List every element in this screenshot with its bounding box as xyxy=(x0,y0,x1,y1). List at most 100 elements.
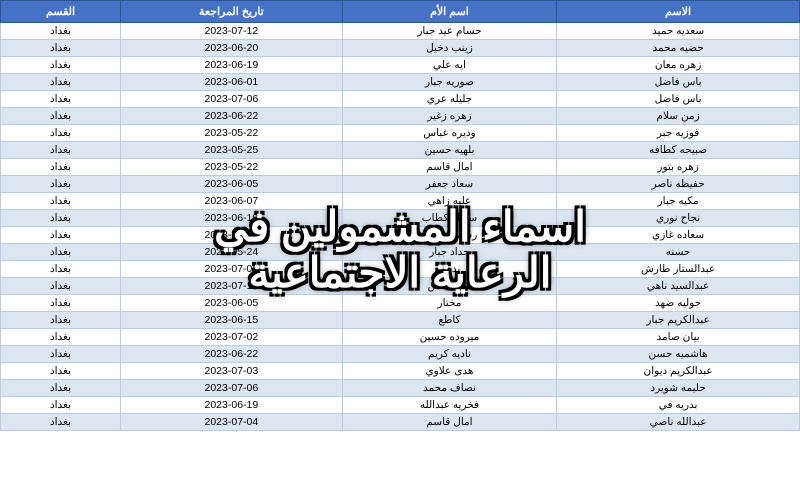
table-row: زهره معان ايه علي 2023-06-19 بغداد xyxy=(1,57,800,74)
cell-name: زمن سلام xyxy=(557,108,800,125)
cell-date: 2023-05-22 xyxy=(120,125,342,142)
cell-mother: بدري xyxy=(342,261,556,278)
cell-date: 2023-06-22 xyxy=(120,346,342,363)
table-row: جوليه ضهد مختار 2023-06-05 بغداد xyxy=(1,295,800,312)
cell-date: 2023-06-05 xyxy=(120,295,342,312)
cell-date: 2023-05-22 xyxy=(120,159,342,176)
cell-name: مكيه جبار xyxy=(557,193,800,210)
table-row: زمن سلام زهره زغير 2023-06-22 بغداد xyxy=(1,108,800,125)
cell-dept: بغداد xyxy=(1,380,121,397)
cell-dept: بغداد xyxy=(1,57,121,74)
cell-dept: بغداد xyxy=(1,74,121,91)
cell-name: صبيحه كطافه xyxy=(557,142,800,159)
cell-mother: عليه زاهي xyxy=(342,193,556,210)
table-row: سعديه حميد حسام عيد جبار 2023-07-12 بغدا… xyxy=(1,23,800,40)
table-row: عبدالسيد ناهي نجه عباس 2023-07-13 بغداد xyxy=(1,278,800,295)
cell-date: 2023-06-19 xyxy=(120,397,342,414)
cell-mother: سهيله كطاب xyxy=(342,210,556,227)
table-row: حفيظه ناصر سعاد جعفر 2023-06-05 بغداد xyxy=(1,176,800,193)
cell-date: 2023-06-07 xyxy=(120,193,342,210)
cell-mother: حداد جبار xyxy=(342,244,556,261)
cell-name: باس فاضل xyxy=(557,91,800,108)
cell-name: سعديه حميد xyxy=(557,23,800,40)
cell-name: عبدالسيد ناهي xyxy=(557,278,800,295)
cell-dept: بغداد xyxy=(1,244,121,261)
cell-mother: صوريه جبار xyxy=(342,74,556,91)
cell-dept: بغداد xyxy=(1,312,121,329)
cell-mother: رسيمه محمد xyxy=(342,227,556,244)
cell-mother: نصاف محمد xyxy=(342,380,556,397)
cell-dept: بغداد xyxy=(1,23,121,40)
cell-mother: كاطع xyxy=(342,312,556,329)
cell-dept: بغداد xyxy=(1,91,121,108)
cell-date: 2023-06-01 xyxy=(120,74,342,91)
cell-mother: بلهيه حسين xyxy=(342,142,556,159)
cell-name: بيان صامد xyxy=(557,329,800,346)
cell-date: 2023-07-04 xyxy=(120,414,342,431)
cell-dept: بغداد xyxy=(1,210,121,227)
cell-dept: بغداد xyxy=(1,363,121,380)
cell-dept: بغداد xyxy=(1,278,121,295)
table-row: نجاح نوري سهيله كطاب 2023-06-19 بغداد xyxy=(1,210,800,227)
cell-date: 2023-07-12 xyxy=(120,23,342,40)
table-row: سعاده غازي رسيمه محمد 2023-05-23 بغداد xyxy=(1,227,800,244)
cell-date: 2023-07-06 xyxy=(120,261,342,278)
cell-mother: ميروده حسين xyxy=(342,329,556,346)
cell-dept: بغداد xyxy=(1,142,121,159)
cell-date: 2023-06-20 xyxy=(120,40,342,57)
cell-date: 2023-05-23 xyxy=(120,227,342,244)
table-row: عبدالستار طارش بدري 2023-07-06 بغداد xyxy=(1,261,800,278)
cell-mother: ايه علي xyxy=(342,57,556,74)
table-row: مكيه جبار عليه زاهي 2023-06-07 بغداد xyxy=(1,193,800,210)
cell-date: 2023-06-22 xyxy=(120,108,342,125)
table-row: هاشميه حسن ناديه كريم 2023-06-22 بغداد xyxy=(1,346,800,363)
cell-name: عبدالكريم ديوان xyxy=(557,363,800,380)
table-row: حضيه محمد زينب دخيل 2023-06-20 بغداد xyxy=(1,40,800,57)
cell-dept: بغداد xyxy=(1,108,121,125)
cell-mother: وديره عباس xyxy=(342,125,556,142)
cell-mother: زهره زغير xyxy=(342,108,556,125)
cell-date: 2023-07-02 xyxy=(120,329,342,346)
cell-date: 2023-05-25 xyxy=(120,142,342,159)
cell-name: سعاده غازي xyxy=(557,227,800,244)
cell-date: 2023-06-19 xyxy=(120,57,342,74)
cell-date: 2023-07-06 xyxy=(120,91,342,108)
cell-name: فوزيه جبر xyxy=(557,125,800,142)
cell-date: 2023-07-03 xyxy=(120,363,342,380)
table-wrapper: الاسم اسم الأم تاريخ المراجعة القسم سعدي… xyxy=(0,0,800,500)
cell-dept: بغداد xyxy=(1,397,121,414)
col-name-header: الاسم xyxy=(557,1,800,23)
cell-mother: هدى علاوي xyxy=(342,363,556,380)
cell-name: حسنه xyxy=(557,244,800,261)
table-row: عبدالكريم جبار كاطع 2023-06-15 بغداد xyxy=(1,312,800,329)
cell-dept: بغداد xyxy=(1,176,121,193)
table-row: فوزيه جبر وديره عباس 2023-05-22 بغداد xyxy=(1,125,800,142)
cell-name: عبدالله ناصي xyxy=(557,414,800,431)
cell-name: حضيه محمد xyxy=(557,40,800,57)
cell-mother: جليله عري xyxy=(342,91,556,108)
cell-date: 2023-07-13 xyxy=(120,278,342,295)
cell-date: 2023-06-19 xyxy=(120,210,342,227)
table-row: عبدالله ناصي امال قاسم 2023-07-04 بغداد xyxy=(1,414,800,431)
table-body: سعديه حميد حسام عيد جبار 2023-07-12 بغدا… xyxy=(1,23,800,431)
col-mother-header: اسم الأم xyxy=(342,1,556,23)
cell-mother: فخريه عبدالله xyxy=(342,397,556,414)
cell-dept: بغداد xyxy=(1,329,121,346)
cell-name: زهره بتور xyxy=(557,159,800,176)
cell-mother: امال قاسم xyxy=(342,414,556,431)
cell-name: زهره معان xyxy=(557,57,800,74)
cell-dept: بغداد xyxy=(1,295,121,312)
col-dept-header: القسم xyxy=(1,1,121,23)
cell-mother: امال قاسم xyxy=(342,159,556,176)
cell-mother: زينب دخيل xyxy=(342,40,556,57)
cell-dept: بغداد xyxy=(1,261,121,278)
table-row: عبدالكريم ديوان هدى علاوي 2023-07-03 بغد… xyxy=(1,363,800,380)
cell-name: جوليه ضهد xyxy=(557,295,800,312)
table-row: بدريه في فخريه عبدالله 2023-06-19 بغداد xyxy=(1,397,800,414)
cell-date: 2023-06-05 xyxy=(120,176,342,193)
cell-mother: سعاد جعفر xyxy=(342,176,556,193)
cell-name: نجاح نوري xyxy=(557,210,800,227)
cell-mother: حسام عيد جبار xyxy=(342,23,556,40)
cell-date: 2023-05-24 xyxy=(120,244,342,261)
cell-name: هاشميه حسن xyxy=(557,346,800,363)
